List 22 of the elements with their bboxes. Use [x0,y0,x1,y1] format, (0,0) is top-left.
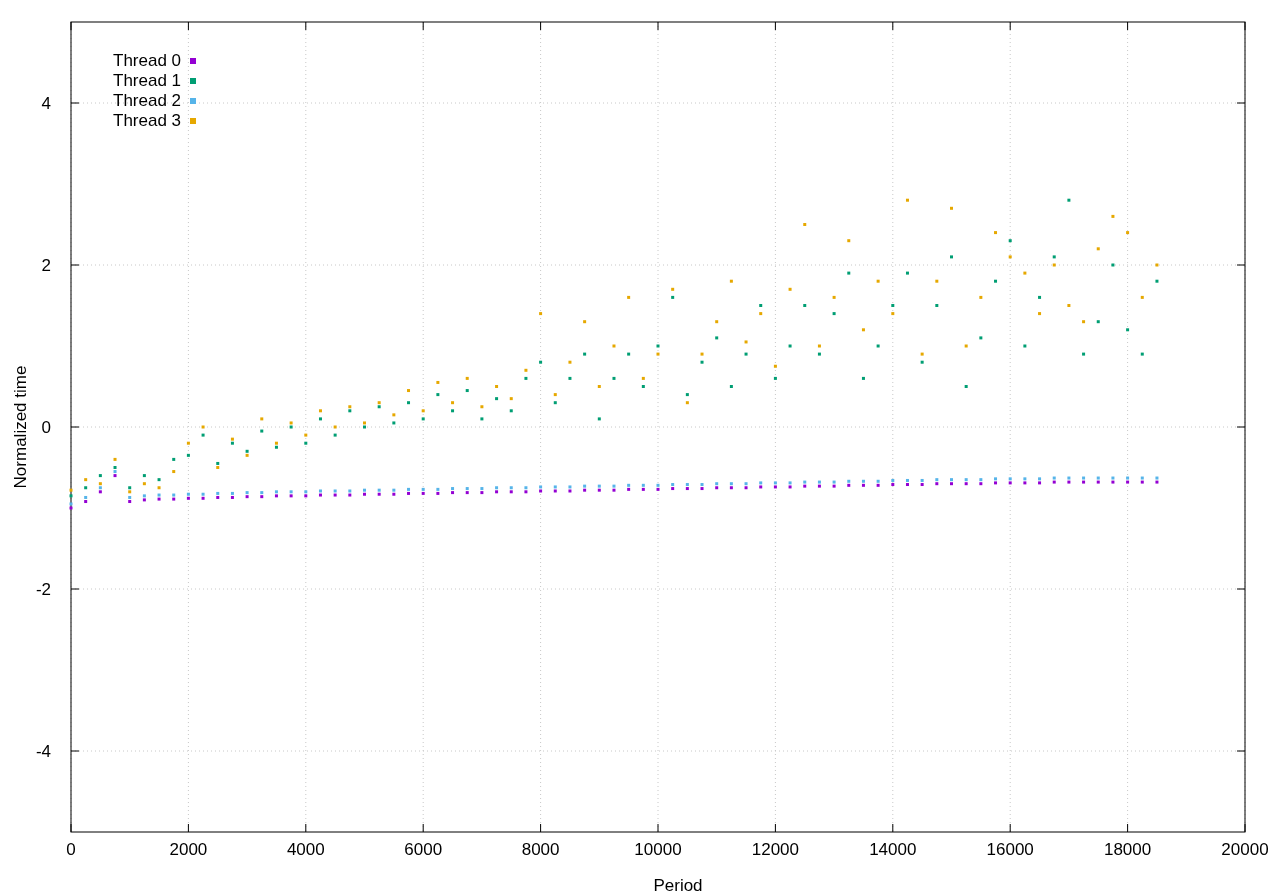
x-tick-label: 0 [66,840,76,859]
x-tick-label: 6000 [404,840,443,859]
x-tick-label: 12000 [751,840,800,859]
y-tick-label: -4 [35,742,51,761]
x-tick-label: 14000 [869,840,917,859]
y-tick-label: 0 [41,418,51,437]
y-tick-label: 2 [41,256,51,275]
legend-label: Thread 2 [113,91,182,110]
y-tick-label: -2 [35,580,51,599]
x-tick-label: 2000 [169,840,208,859]
x-tick-label: 4000 [286,840,325,859]
x-axis-label: Period [653,876,703,895]
x-tick-label: 8000 [521,840,560,859]
x-tick-label: 18000 [1103,840,1152,859]
x-tick-label: 20000 [1221,840,1269,859]
x-tick-label: 10000 [634,840,682,859]
x-tick-label: 16000 [986,840,1034,859]
y-tick-label: 4 [41,94,51,113]
legend-label: Thread 0 [113,51,182,70]
legend-label: Thread 3 [113,111,182,130]
legend-label: Thread 1 [113,71,182,90]
y-axis-label: Normalized time [11,365,30,489]
